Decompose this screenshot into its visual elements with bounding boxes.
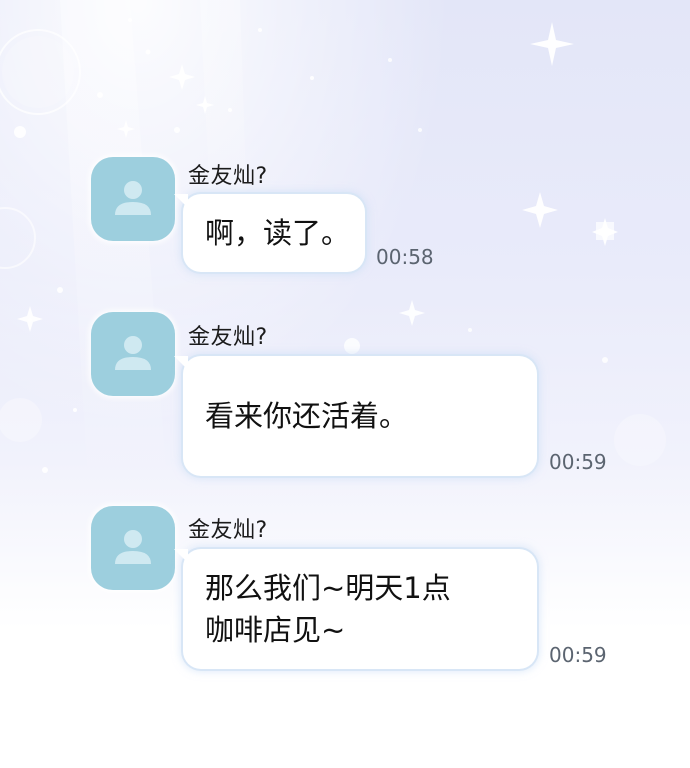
message-bubble: 看来你还活着。 <box>174 356 537 476</box>
person-silhouette-icon <box>115 530 151 564</box>
bubble-tail <box>174 549 188 563</box>
message-time: 00:59 <box>549 450 607 474</box>
avatar[interactable] <box>91 506 175 590</box>
message-bubble: 啊，读了。 <box>174 194 365 272</box>
bubble-tail <box>174 356 188 370</box>
message-time: 00:59 <box>549 643 607 667</box>
sender-name: 金友灿? <box>188 518 268 543</box>
message-time: 00:58 <box>376 245 434 269</box>
person-silhouette-icon <box>115 336 151 370</box>
avatar[interactable] <box>91 312 175 396</box>
message-text: 啊，读了。 <box>205 216 351 250</box>
person-silhouette-icon <box>115 181 151 215</box>
message-text: 看来你还活着。 <box>205 399 409 433</box>
sender-name: 金友灿? <box>188 164 268 189</box>
bubble-tail <box>174 194 188 208</box>
avatar[interactable] <box>91 157 175 241</box>
message-text: 那么我们~明天1点 咖啡店见~ <box>205 571 451 647</box>
message-bubble: 那么我们~明天1点 咖啡店见~ <box>174 549 537 669</box>
sender-name: 金友灿? <box>188 325 268 350</box>
